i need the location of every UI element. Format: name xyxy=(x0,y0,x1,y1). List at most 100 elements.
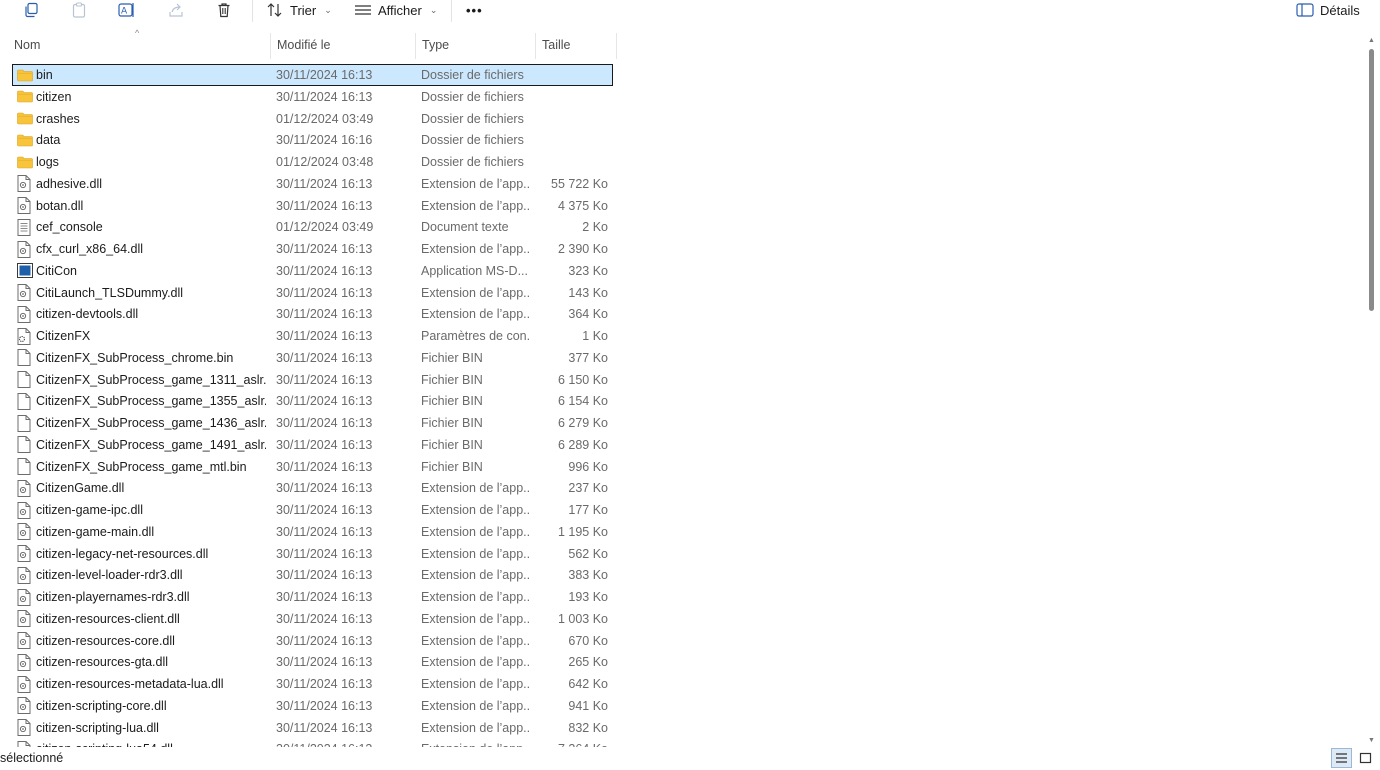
file-row[interactable]: citizen-level-loader-rdr3.dll 30/11/2024 … xyxy=(0,564,613,586)
file-size: 323 Ko xyxy=(568,263,608,278)
file-type: Dossier de fichiers xyxy=(421,89,524,104)
file-row[interactable]: citizen-playernames-rdr3.dll 30/11/2024 1… xyxy=(0,586,613,608)
file-row[interactable]: CitizenFX_SubProcess_game_1436_aslr.bin 3… xyxy=(0,412,613,434)
file-row[interactable]: CitizenGame.dll 30/11/2024 16:13 Extension… xyxy=(0,477,613,499)
file-modified-date: 30/11/2024 16:13 xyxy=(276,416,373,430)
blank-file-icon xyxy=(17,347,33,369)
file-size: 1 195 Ko xyxy=(557,524,608,539)
file-type: Extension de l’app... xyxy=(421,698,529,713)
copy-icon[interactable] xyxy=(20,0,42,20)
file-modified-date: 30/11/2024 16:13 xyxy=(276,68,373,82)
file-name: cef_console xyxy=(36,220,103,235)
paste-icon[interactable] xyxy=(68,0,90,20)
file-modified-date: 30/11/2024 16:13 xyxy=(276,372,373,387)
sort-button[interactable]: Trier ⌄ xyxy=(266,0,332,20)
file-row[interactable]: botan.dll 30/11/2024 16:13 Extension de l’… xyxy=(0,195,613,217)
file-name: citizen-resources-client.dll xyxy=(36,611,180,626)
file-type: Extension de l’app... xyxy=(421,633,529,648)
file-row[interactable]: citizen-legacy-net-resources.dll 30/11/20… xyxy=(0,543,613,565)
file-modified-date: 30/11/2024 16:13 xyxy=(276,198,373,213)
file-name: CitizenFX_SubProcess_game_1355_aslr.bin xyxy=(36,394,266,409)
file-size: 193 Ko xyxy=(568,590,608,604)
vertical-scrollbar[interactable]: ▲ ▼ xyxy=(1364,33,1380,746)
file-name: logs xyxy=(36,155,59,169)
file-name: citizen-playernames-rdr3.dll xyxy=(36,590,190,604)
file-row[interactable]: CitizenFX_SubProcess_game_1491_aslr.bin 3… xyxy=(0,434,613,456)
share-icon[interactable] xyxy=(165,0,187,20)
dll-file-icon xyxy=(17,282,33,304)
file-type: Extension de l’app... xyxy=(421,307,529,322)
column-header-name[interactable]: Nom xyxy=(8,33,271,59)
file-name: citizen-level-loader-rdr3.dll xyxy=(36,568,183,583)
column-header-modified[interactable]: Modifié le xyxy=(271,33,416,59)
file-row[interactable]: citizen-resources-core.dll 30/11/2024 16:… xyxy=(0,630,613,652)
column-header: Nom Modifié le Type Taille xyxy=(0,33,620,59)
rename-icon[interactable]: A xyxy=(116,0,138,20)
file-row[interactable]: citizen-game-ipc.dll 30/11/2024 16:13 Exte… xyxy=(0,499,613,521)
file-size: 832 Ko xyxy=(568,720,608,735)
column-header-size[interactable]: Taille xyxy=(536,33,617,59)
more-icon: ••• xyxy=(466,2,483,18)
more-options-button[interactable]: ••• xyxy=(466,0,483,20)
tiles-view-button[interactable] xyxy=(1355,748,1376,768)
details-pane-button[interactable]: Détails xyxy=(1296,0,1360,20)
file-size: 6 279 Ko xyxy=(557,416,608,430)
file-modified-date: 30/11/2024 16:13 xyxy=(276,590,373,604)
file-type: Extension de l’app... xyxy=(421,720,529,735)
view-button[interactable]: Afficher ⌄ xyxy=(354,0,437,20)
file-row[interactable]: citizen-game-main.dll 30/11/2024 16:13 Ext… xyxy=(0,521,613,543)
file-modified-date: 01/12/2024 03:48 xyxy=(276,155,374,169)
file-modified-date: 30/11/2024 16:13 xyxy=(276,394,373,409)
app-file-icon xyxy=(17,260,33,282)
file-row[interactable]: citizen-resources-client.dll 30/11/2024 1… xyxy=(0,608,613,630)
file-type: Fichier BIN xyxy=(421,437,483,452)
dll-file-icon xyxy=(17,608,33,630)
dll-file-icon xyxy=(17,738,33,747)
file-size: 1 Ko xyxy=(582,329,608,343)
file-size: 4 375 Ko xyxy=(557,198,608,213)
dll-file-icon xyxy=(17,499,33,521)
file-row[interactable]: CitizenFX_SubProcess_game_mtl.bin 30/11/2… xyxy=(0,456,613,478)
file-row[interactable]: adhesive.dll 30/11/2024 16:13 Extension de… xyxy=(0,173,613,195)
file-type: Dossier de fichiers xyxy=(421,155,524,169)
file-modified-date: 30/11/2024 16:13 xyxy=(276,437,373,452)
file-name: CitiLaunch_TLSDummy.dll xyxy=(36,285,184,300)
file-row[interactable]: CitizenFX_SubProcess_game_1311_aslr.bin 3… xyxy=(0,369,613,391)
file-row[interactable]: citizen 30/11/2024 16:13 Dossier de fichie… xyxy=(0,86,613,108)
scrollbar-thumb[interactable] xyxy=(1369,49,1374,311)
dll-file-icon xyxy=(17,195,33,217)
scroll-up-icon[interactable]: ▲ xyxy=(1368,37,1375,44)
file-type: Paramètres de con... xyxy=(421,329,529,343)
file-size: 941 Ko xyxy=(568,698,608,713)
file-size: 383 Ko xyxy=(568,568,608,583)
file-size xyxy=(536,151,608,173)
file-row[interactable]: citizen-resources-metadata-lua.dll 30/11/… xyxy=(0,673,613,695)
file-modified-date: 30/11/2024 16:13 xyxy=(276,89,373,104)
column-header-type[interactable]: Type xyxy=(416,33,536,59)
file-row[interactable]: CitizenFX 30/11/2024 16:13 Paramètres de c… xyxy=(0,325,613,347)
sort-label: Trier xyxy=(290,2,317,18)
file-row[interactable]: CitizenFX_SubProcess_game_1355_aslr.bin 3… xyxy=(0,390,613,412)
file-row[interactable]: cfx_curl_x86_64.dll 30/11/2024 16:13 Exten… xyxy=(0,238,613,260)
details-view-button[interactable] xyxy=(1331,748,1352,768)
file-row[interactable]: citizen-scripting-lua54.dll 30/11/2024 16… xyxy=(0,738,613,747)
file-row[interactable]: CitiCon 30/11/2024 16:13 Application MS-D.… xyxy=(0,260,613,282)
file-row[interactable]: CitizenFX_SubProcess_chrome.bin 30/11/202… xyxy=(0,347,613,369)
file-row[interactable]: citizen-devtools.dll 30/11/2024 16:13 Exte… xyxy=(0,303,613,325)
file-type: Extension de l’app... xyxy=(421,590,529,604)
file-modified-date: 30/11/2024 16:13 xyxy=(276,677,373,691)
file-row[interactable]: cef_console 01/12/2024 03:49 Document text… xyxy=(0,216,613,238)
file-row[interactable]: logs 01/12/2024 03:48 Dossier de fichiers xyxy=(0,151,613,173)
delete-icon[interactable] xyxy=(213,0,235,20)
file-row[interactable]: citizen-scripting-lua.dll 30/11/2024 16:1… xyxy=(0,717,613,739)
file-size: 55 722 Ko xyxy=(551,176,608,191)
scroll-down-icon[interactable]: ▼ xyxy=(1368,737,1375,744)
file-row[interactable]: bin 30/11/2024 16:13 Dossier de fichiers xyxy=(0,64,613,86)
file-row[interactable]: data 30/11/2024 16:16 Dossier de fichiers xyxy=(0,129,613,151)
file-row[interactable]: citizen-scripting-core.dll 30/11/2024 16:… xyxy=(0,695,613,717)
file-type: Extension de l’app... xyxy=(421,611,529,626)
file-row[interactable]: CitiLaunch_TLSDummy.dll 30/11/2024 16:13 E… xyxy=(0,282,613,304)
file-modified-date: 30/11/2024 16:13 xyxy=(276,285,373,300)
file-row[interactable]: crashes 01/12/2024 03:49 Dossier de fichie… xyxy=(0,108,613,130)
file-row[interactable]: citizen-resources-gta.dll 30/11/2024 16:1… xyxy=(0,651,613,673)
